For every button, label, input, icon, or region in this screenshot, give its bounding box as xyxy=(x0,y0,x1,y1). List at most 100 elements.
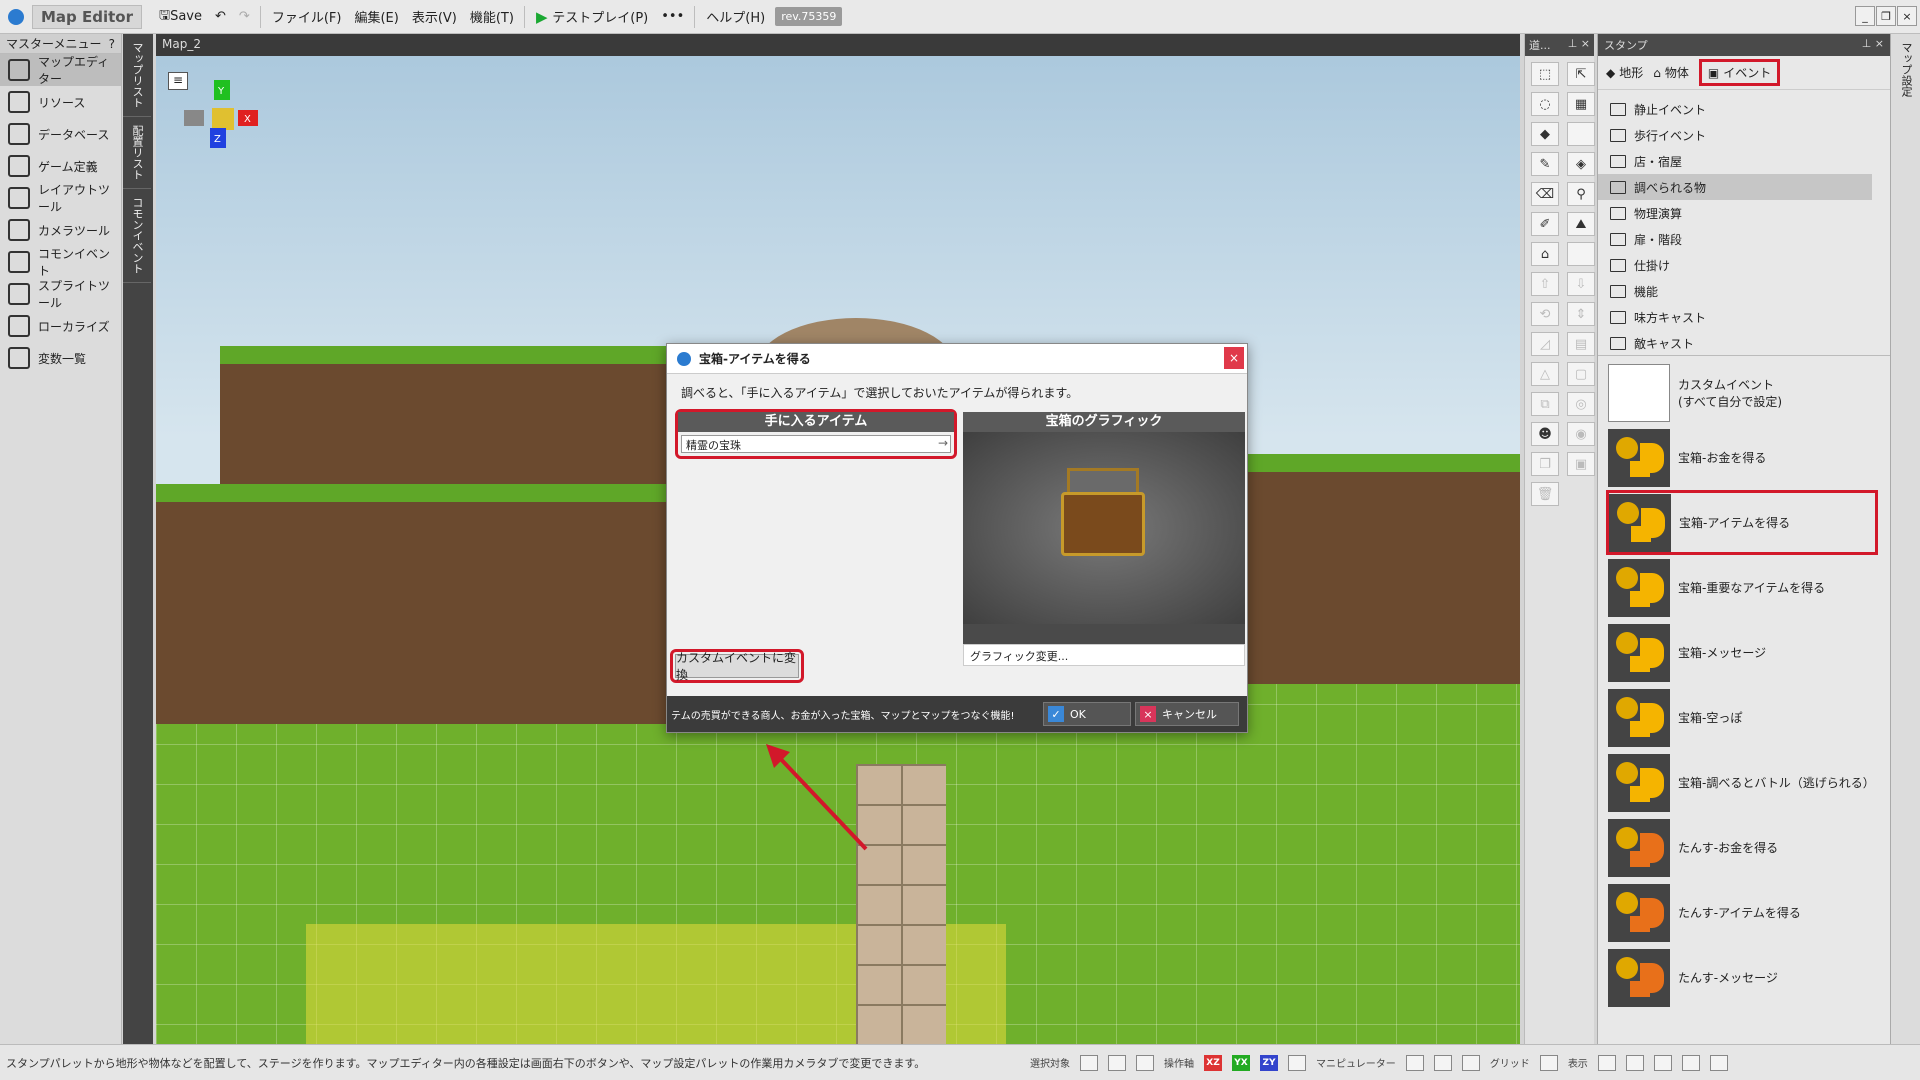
paste-icon[interactable]: ▣ xyxy=(1567,452,1595,476)
tab-common-event[interactable]: コモンイベント xyxy=(123,189,151,283)
event-folder-item[interactable]: 機能 xyxy=(1598,278,1872,304)
event-stamp-item[interactable]: 宝箱-お金を得る xyxy=(1598,425,1878,490)
dialog-close-button[interactable]: × xyxy=(1224,347,1244,369)
select-event-icon[interactable] xyxy=(1136,1054,1154,1071)
rotate-icon[interactable] xyxy=(1433,1054,1452,1071)
event-stamp-item[interactable]: たんす-お金を得る xyxy=(1598,815,1878,880)
scale-icon[interactable] xyxy=(1461,1054,1480,1071)
trash-icon[interactable]: 🗑 xyxy=(1531,482,1559,506)
raise-icon[interactable]: ⇧ xyxy=(1531,272,1559,296)
pin-close-icons[interactable]: ⊥ × xyxy=(1862,37,1884,53)
testplay-button[interactable]: ▶ テストプレイ(P) xyxy=(529,0,654,34)
axis-zy-button[interactable]: ZY xyxy=(1260,1054,1278,1071)
select-tile-icon[interactable] xyxy=(1080,1054,1098,1071)
graphic-change-button[interactable]: グラフィック変更... xyxy=(963,644,1245,666)
slope-icon[interactable]: ◿ xyxy=(1531,332,1559,356)
menu-view[interactable]: 表示(V) xyxy=(405,0,463,34)
event-stamp-item[interactable]: たんす-アイテムを得る xyxy=(1598,880,1878,945)
save-button[interactable]: 🖫 Save xyxy=(152,0,208,34)
event-stamp-item[interactable]: 宝箱-空っぽ xyxy=(1598,685,1878,750)
master-menu-item[interactable]: コモンイベント xyxy=(0,246,121,278)
map-tab[interactable]: Map_2 xyxy=(156,34,1520,56)
cube-icon[interactable]: ◆ xyxy=(1531,122,1559,146)
menu-file[interactable]: ファイル(F) xyxy=(265,0,348,34)
axis-gizmo[interactable]: Y X Z xyxy=(182,78,262,158)
event-stamp-item[interactable]: 宝箱-アイテムを得る xyxy=(1606,490,1878,555)
triangle-icon[interactable]: △ xyxy=(1531,362,1559,386)
event-stamp-item[interactable]: 宝箱-メッセージ xyxy=(1598,620,1878,685)
event-folder-item[interactable]: 店・宿屋 xyxy=(1598,148,1872,174)
lower-icon[interactable]: ⇩ xyxy=(1567,272,1595,296)
event-folder-item[interactable]: 静止イベント xyxy=(1598,96,1872,122)
master-menu-item[interactable]: レイアウトツール xyxy=(0,182,121,214)
house-icon[interactable]: ⌂ xyxy=(1531,242,1559,266)
tile-icon[interactable]: ▦ xyxy=(1567,92,1595,116)
master-menu-item[interactable]: 変数一覧 xyxy=(0,342,121,374)
item-field[interactable]: 精霊の宝珠 → xyxy=(681,435,951,453)
event-folder-item[interactable]: 調べられる物 xyxy=(1598,174,1872,200)
duplicate-icon[interactable]: ❐ xyxy=(1531,452,1559,476)
tab-terrain[interactable]: ◆ 地形 xyxy=(1606,64,1643,81)
master-menu-item[interactable]: マップエディター xyxy=(0,54,121,86)
select-icon[interactable]: ⬚ xyxy=(1531,62,1559,86)
master-menu-item[interactable]: リソース xyxy=(0,86,121,118)
view-fog-icon[interactable] xyxy=(1681,1054,1700,1071)
blank-icon[interactable] xyxy=(1567,122,1595,146)
pencil-icon[interactable]: ✎ xyxy=(1531,152,1559,176)
menu-edit[interactable]: 編集(E) xyxy=(347,0,404,34)
event-stamp-item[interactable]: 宝箱-重要なアイテムを得る xyxy=(1598,555,1878,620)
tab-event[interactable]: ▣ イベント xyxy=(1698,59,1781,86)
select-object-icon[interactable] xyxy=(1108,1054,1126,1071)
help-icon[interactable]: ? xyxy=(109,37,115,51)
rotate-icon[interactable]: ⟲ xyxy=(1531,302,1559,326)
arrow-right-icon[interactable]: → xyxy=(938,436,948,450)
box-icon[interactable]: ▢ xyxy=(1567,362,1595,386)
move-icon[interactable] xyxy=(1405,1054,1424,1071)
axis-yx-button[interactable]: YX xyxy=(1232,1054,1250,1071)
circle-icon[interactable]: ◎ xyxy=(1567,392,1595,416)
view-cube-icon[interactable] xyxy=(1625,1054,1644,1071)
manipulator-icon[interactable] xyxy=(1288,1054,1306,1071)
view-light-icon[interactable] xyxy=(1653,1054,1672,1071)
view-sky-icon[interactable] xyxy=(1709,1054,1728,1071)
cancel-button[interactable]: × キャンセル xyxy=(1135,702,1239,726)
master-menu-item[interactable]: ローカライズ xyxy=(0,310,121,342)
pin-close-icons[interactable]: ⊥ × xyxy=(1568,37,1590,53)
event-folder-item[interactable]: 仕掛け xyxy=(1598,252,1872,278)
close-window-button[interactable]: × xyxy=(1897,6,1917,26)
copy-icon[interactable]: ⧉ xyxy=(1531,392,1559,416)
event-folder-item[interactable]: 味方キャスト xyxy=(1598,304,1872,330)
bucket-icon[interactable]: ◈ xyxy=(1567,152,1595,176)
minimize-button[interactable]: _ xyxy=(1855,6,1875,26)
eraser-icon[interactable]: ⌫ xyxy=(1531,182,1559,206)
event-stamp-item[interactable]: カスタムイベント (すべて自分で設定) xyxy=(1598,360,1878,425)
master-menu-item[interactable]: カメラツール xyxy=(0,214,121,246)
tab-placement-list[interactable]: 配置リスト xyxy=(123,117,151,189)
grid-toggle-icon[interactable] xyxy=(1539,1054,1558,1071)
more-button[interactable]: ••• xyxy=(654,0,690,34)
brush-icon[interactable]: ✐ xyxy=(1531,212,1559,236)
layer-icon[interactable]: ▤ xyxy=(1567,332,1595,356)
master-menu-item[interactable]: ゲーム定義 xyxy=(0,150,121,182)
event-stamp-item[interactable]: 宝箱-調べるとバトル（逃げられる） xyxy=(1598,750,1878,815)
menu-help[interactable]: ヘルプ(H) xyxy=(699,0,771,34)
event-stamp-item[interactable]: たんす-メッセージ xyxy=(1598,945,1878,1010)
axis-xz-button[interactable]: XZ xyxy=(1204,1054,1222,1071)
flip-icon[interactable]: ⇕ xyxy=(1567,302,1595,326)
lasso-icon[interactable]: ◌ xyxy=(1531,92,1559,116)
undo-button[interactable]: ↶ xyxy=(208,0,232,34)
eyedropper-icon[interactable]: ⚲ xyxy=(1567,182,1595,206)
tab-object[interactable]: ⌂ 物体 xyxy=(1653,64,1689,81)
pointer-icon[interactable]: ⇱ xyxy=(1567,62,1595,86)
terrain-paint-icon[interactable]: ⛰ xyxy=(1567,212,1595,236)
event-folder-item[interactable]: 扉・階段 xyxy=(1598,226,1872,252)
character-icon[interactable]: ☻ xyxy=(1531,422,1559,446)
master-menu-item[interactable]: データベース xyxy=(0,118,121,150)
event-folder-item[interactable]: 敵キャスト xyxy=(1598,330,1872,356)
master-menu-item[interactable]: スプライトツール xyxy=(0,278,121,310)
event-folder-item[interactable]: 物理演算 xyxy=(1598,200,1872,226)
tab-map-settings[interactable]: マップ設定 xyxy=(1891,34,1920,105)
target-icon[interactable]: ◉ xyxy=(1567,422,1595,446)
convert-to-custom-event-button[interactable]: カスタムイベントに変換 xyxy=(675,651,799,682)
ok-button[interactable]: ✓ OK xyxy=(1043,702,1131,726)
